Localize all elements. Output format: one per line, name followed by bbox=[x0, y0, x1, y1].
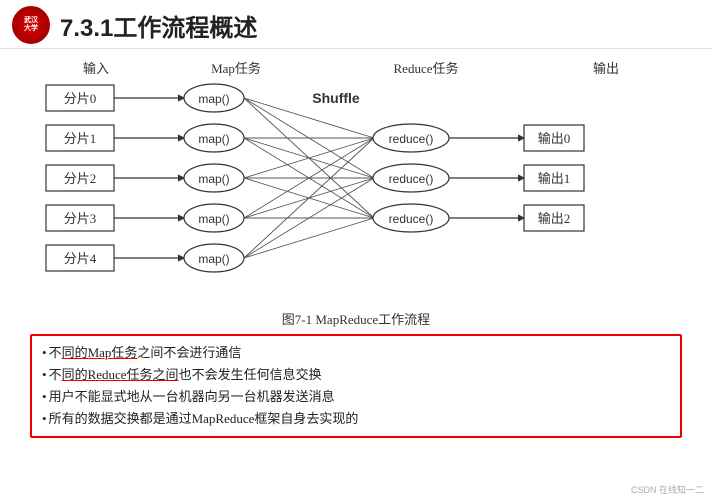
note-line-2: • 不同的Reduce任务之间也不会发生任何信息交换 bbox=[42, 364, 670, 386]
col-label-reduce: Reduce任务 bbox=[394, 61, 459, 76]
note-text-3: 用户不能显式地从一台机器向另一台机器发送消息 bbox=[49, 386, 335, 408]
notes-section: • 不同的Map任务之间不会进行通信 • 不同的Reduce任务之间也不会发生任… bbox=[30, 334, 682, 438]
reduce-label-2: reduce() bbox=[389, 212, 434, 226]
mapreduce-flow-svg: 输入 Map任务 Reduce任务 输出 Shuffle 分片0 分片1 分片2… bbox=[36, 57, 676, 305]
input-label-1: 分片1 bbox=[64, 131, 97, 146]
page-header: 武汉 大学 7.3.1工作流程概述 bbox=[0, 0, 712, 49]
note-line-3: • 用户不能显式地从一台机器向另一台机器发送消息 bbox=[42, 386, 670, 408]
output-label-2: 输出2 bbox=[538, 211, 571, 226]
note-bullet-4: • bbox=[42, 408, 47, 430]
note-text-4: 所有的数据交换都是通过MapReduce框架自身去实现的 bbox=[49, 408, 359, 430]
note-underline-1: 同的Map任务 bbox=[62, 345, 138, 360]
figure-caption: 图7-1 MapReduce工作流程 bbox=[30, 309, 682, 328]
note-text-1: 不同的Map任务之间不会进行通信 bbox=[49, 342, 242, 364]
shuffle-4-2 bbox=[244, 218, 374, 258]
col-label-map: Map任务 bbox=[211, 61, 261, 76]
reduce-label-0: reduce() bbox=[389, 132, 434, 146]
input-label-0: 分片0 bbox=[64, 91, 97, 106]
input-label-3: 分片3 bbox=[64, 211, 97, 226]
map-label-3: map() bbox=[198, 212, 229, 226]
map-label-2: map() bbox=[198, 172, 229, 186]
map-label-0: map() bbox=[198, 92, 229, 106]
output-label-0: 输出0 bbox=[538, 131, 571, 146]
shuffle-4-0 bbox=[244, 138, 374, 258]
note-bullet-1: • bbox=[42, 342, 47, 364]
watermark: CSDN 在线知一二 bbox=[631, 483, 704, 496]
note-line-1: • 不同的Map任务之间不会进行通信 bbox=[42, 342, 670, 364]
input-label-4: 分片4 bbox=[64, 251, 97, 266]
note-underline-2: 同的Reduce任务之间 bbox=[62, 367, 179, 382]
reduce-label-1: reduce() bbox=[389, 172, 434, 186]
note-bullet-3: • bbox=[42, 386, 47, 408]
note-bullet-2: • bbox=[42, 364, 47, 386]
flow-diagram: 输入 Map任务 Reduce任务 输出 Shuffle 分片0 分片1 分片2… bbox=[30, 57, 682, 328]
input-label-2: 分片2 bbox=[64, 171, 97, 186]
shuffle-label: Shuffle bbox=[312, 90, 360, 106]
logo: 武汉 大学 bbox=[12, 6, 50, 44]
map-label-4: map() bbox=[198, 252, 229, 266]
main-content: 输入 Map任务 Reduce任务 输出 Shuffle 分片0 分片1 分片2… bbox=[0, 49, 712, 444]
output-label-1: 输出1 bbox=[538, 171, 571, 186]
col-label-input: 输入 bbox=[83, 61, 109, 76]
col-label-output: 输出 bbox=[593, 61, 619, 76]
map-label-1: map() bbox=[198, 132, 229, 146]
page-title: 7.3.1工作流程概述 bbox=[60, 8, 257, 43]
note-text-2: 不同的Reduce任务之间也不会发生任何信息交换 bbox=[49, 364, 322, 386]
note-line-4: • 所有的数据交换都是通过MapReduce框架自身去实现的 bbox=[42, 408, 670, 430]
